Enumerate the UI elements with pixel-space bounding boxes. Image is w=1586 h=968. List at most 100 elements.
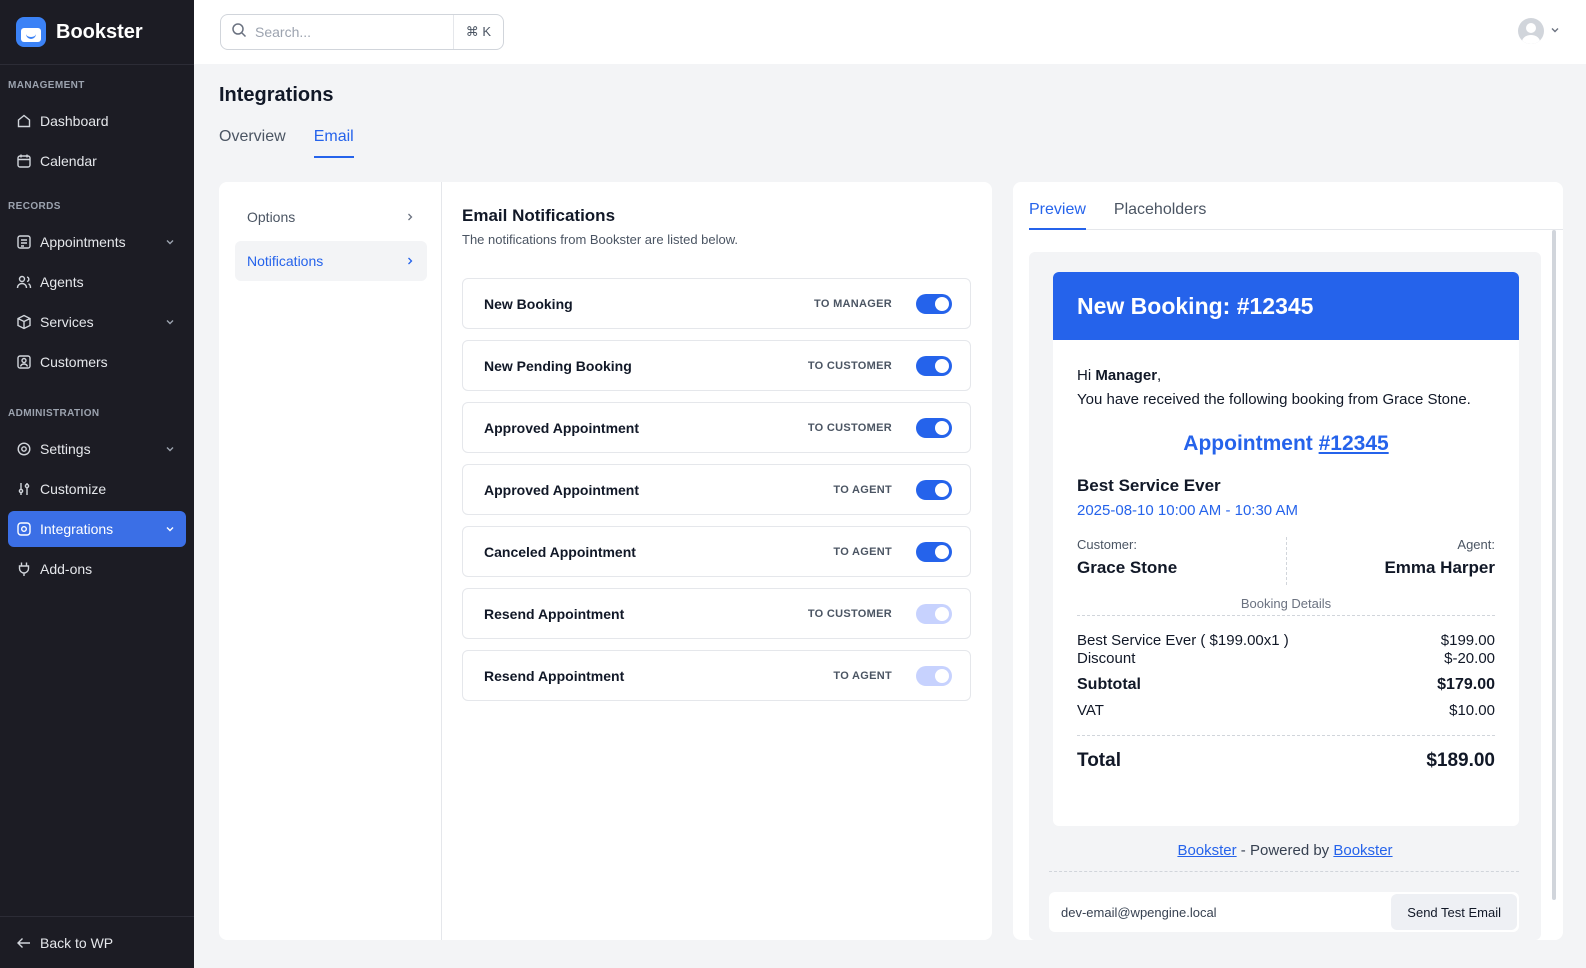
sidebar-item-label: Services — [40, 314, 94, 330]
search-input[interactable]: Search... ⌘ K — [220, 14, 504, 50]
send-test-email-button[interactable]: Send Test Email — [1391, 894, 1517, 930]
sidebar-item-appointments[interactable]: Appointments — [8, 224, 186, 260]
notification-row[interactable]: Approved Appointment TO CUSTOMER — [462, 402, 971, 453]
service-time: 2025-08-10 10:00 AM - 10:30 AM — [1077, 502, 1298, 519]
chevron-down-icon[interactable] — [162, 441, 178, 457]
notification-toggle[interactable] — [916, 665, 952, 686]
test-email-input[interactable]: dev-email@wpengine.local — [1049, 905, 1391, 920]
divider — [1286, 537, 1287, 585]
sidebar-item-customize[interactable]: Customize — [8, 471, 186, 507]
notification-row[interactable]: New Pending Booking TO CUSTOMER — [462, 340, 971, 391]
chevron-right-icon — [405, 256, 415, 266]
brand-name: Bookster — [56, 20, 143, 43]
line-item: Discount $-20.00 — [1077, 650, 1495, 667]
box-icon — [16, 314, 32, 330]
booking-details-label: Booking Details — [1077, 596, 1495, 616]
notification-row[interactable]: Resend Appointment TO CUSTOMER — [462, 588, 971, 639]
sidebar-item-dashboard[interactable]: Dashboard — [8, 103, 186, 139]
notification-toggle[interactable] — [916, 603, 952, 624]
notification-target: TO AGENT — [833, 669, 892, 682]
line-item: Best Service Ever ( $199.00x1 ) $199.00 — [1077, 632, 1495, 649]
gear-icon — [16, 441, 32, 457]
notification-toggle[interactable] — [916, 355, 952, 376]
notification-row[interactable]: New Booking TO MANAGER — [462, 278, 971, 329]
notification-target: TO AGENT — [833, 483, 892, 496]
chevron-down-icon[interactable] — [162, 234, 178, 250]
search-shortcut: ⌘ K — [452, 15, 503, 49]
arrow-left-icon — [16, 935, 32, 951]
notification-toggle[interactable] — [916, 293, 952, 314]
sidebar-item-calendar[interactable]: Calendar — [8, 143, 186, 179]
options-menu-label: Notifications — [247, 253, 324, 269]
user-menu[interactable] — [1518, 18, 1560, 44]
notification-target: TO CUSTOMER — [807, 607, 892, 620]
notification-target: TO CUSTOMER — [807, 359, 892, 372]
chevron-down-icon[interactable] — [162, 521, 178, 537]
appointments-icon — [16, 234, 32, 250]
brand[interactable]: Bookster — [0, 0, 194, 65]
notification-name: Approved Appointment — [484, 419, 640, 436]
sidebar-item-label: Agents — [40, 274, 84, 290]
bookster-logo-icon — [16, 17, 46, 47]
sidebar-item-label: Customers — [40, 354, 108, 370]
tab-placeholders[interactable]: Placeholders — [1114, 182, 1207, 230]
footer-link[interactable]: Bookster — [1177, 842, 1236, 859]
tab-overview[interactable]: Overview — [219, 128, 286, 158]
sidebar-item-agents[interactable]: Agents — [8, 264, 186, 300]
notification-name: Canceled Appointment — [484, 543, 636, 560]
appointment-title: Appointment #12345 — [1183, 432, 1389, 455]
chevron-down-icon[interactable] — [162, 314, 178, 330]
sidebar-item-label: Dashboard — [40, 113, 109, 129]
section-label-records: RECORDS — [8, 201, 61, 212]
test-email-row: dev-email@wpengine.local Send Test Email — [1049, 892, 1519, 932]
notification-row[interactable]: Approved Appointment TO AGENT — [462, 464, 971, 515]
notification-toggle[interactable] — [916, 479, 952, 500]
agent-name: Emma Harper — [1384, 558, 1495, 577]
notification-target: TO MANAGER — [814, 297, 892, 310]
notification-name: Resend Appointment — [484, 605, 625, 622]
users-icon — [16, 274, 32, 290]
home-icon — [16, 113, 32, 129]
sidebar: Bookster MANAGEMENT Dashboard Calendar R… — [0, 0, 194, 968]
options-menu-item-notifications[interactable]: Notifications — [235, 241, 427, 281]
preview-card: Preview Placeholders New Booking: #12345… — [1013, 182, 1563, 940]
sidebar-item-label: Calendar — [40, 153, 97, 169]
sidebar-item-services[interactable]: Services — [8, 304, 186, 340]
service-name: Best Service Ever — [1077, 476, 1221, 495]
options-menu-label: Options — [247, 209, 296, 225]
customer-icon — [16, 354, 32, 370]
tab-email[interactable]: Email — [313, 128, 354, 158]
email-header: New Booking: #12345 — [1053, 272, 1519, 340]
footer-link-powered[interactable]: Bookster — [1333, 842, 1392, 859]
notification-name: Approved Appointment — [484, 481, 640, 498]
agent-label: Agent: — [1457, 537, 1495, 552]
total-row: Total $189.00 — [1077, 735, 1495, 772]
notification-target: TO AGENT — [833, 545, 892, 558]
options-menu: Options Notifications — [219, 182, 442, 940]
email-preview: New Booking: #12345 Hi Manager, You have… — [1053, 272, 1519, 826]
sliders-icon — [16, 481, 32, 497]
calendar-icon — [16, 153, 32, 169]
tab-preview[interactable]: Preview — [1029, 182, 1086, 230]
sidebar-item-add-ons[interactable]: Add-ons — [8, 551, 186, 587]
notification-toggle[interactable] — [916, 417, 952, 438]
back-to-wp-link[interactable]: Back to WP — [0, 916, 194, 968]
sidebar-item-customers[interactable]: Customers — [8, 344, 186, 380]
booking-people: Customer: Grace Stone Agent: Emma Harper — [1077, 537, 1495, 585]
sidebar-item-label: Settings — [40, 441, 91, 457]
sidebar-item-integrations[interactable]: Integrations — [8, 511, 186, 547]
notification-name: Resend Appointment — [484, 667, 625, 684]
notifications-subtitle: The notifications from Bookster are list… — [462, 232, 739, 247]
appointment-number-link[interactable]: #12345 — [1319, 432, 1389, 455]
email-body: Hi Manager, You have received the follow… — [1053, 340, 1519, 772]
scrollbar[interactable] — [1552, 230, 1556, 900]
back-to-wp-label: Back to WP — [40, 934, 114, 951]
notification-row[interactable]: Canceled Appointment TO AGENT — [462, 526, 971, 577]
avatar — [1518, 18, 1544, 44]
notification-row[interactable]: Resend Appointment TO AGENT — [462, 650, 971, 701]
options-menu-item-options[interactable]: Options — [235, 197, 427, 237]
notification-name: New Booking — [484, 295, 573, 312]
notification-toggle[interactable] — [916, 541, 952, 562]
sidebar-item-settings[interactable]: Settings — [8, 431, 186, 467]
search-placeholder: Search... — [255, 24, 312, 40]
